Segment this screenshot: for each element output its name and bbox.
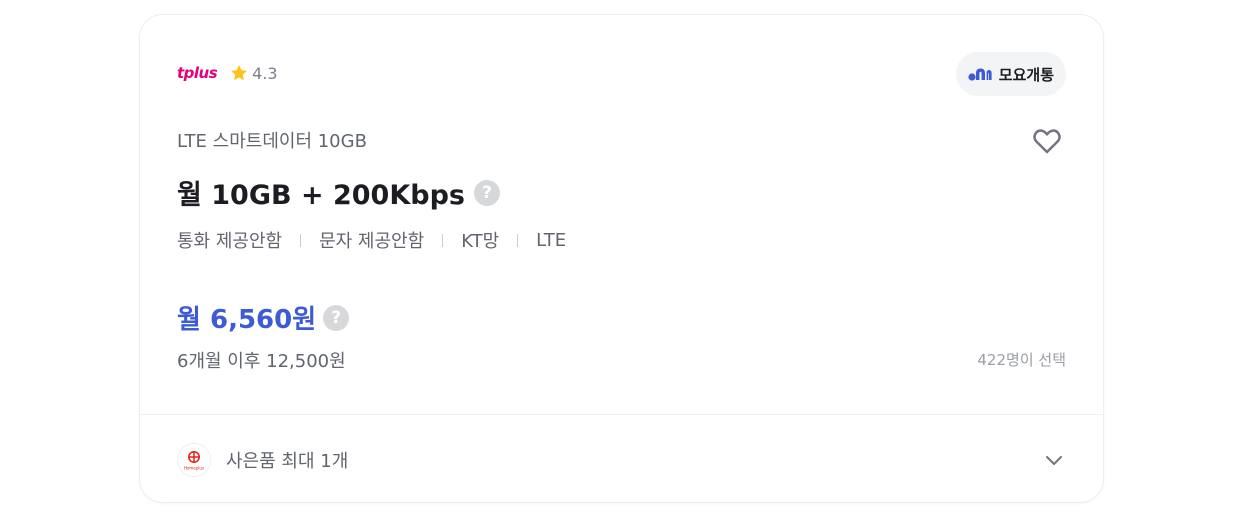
after-promo-price: 6개월 이후 12,500원 — [177, 351, 346, 372]
feature-call: 통화 제공안함 — [177, 231, 283, 252]
star-icon — [231, 65, 248, 81]
chevron-down-icon[interactable] — [1042, 448, 1066, 472]
plan-name: LTE 스마트데이터 10GB — [177, 131, 367, 152]
card-divider — [140, 414, 1103, 415]
moyo-logo-icon — [968, 68, 992, 81]
feature-technology: LTE — [536, 229, 567, 251]
gift-label: 사은품 최대 1개 — [226, 451, 349, 472]
feature-list: 통화 제공안함 문자 제공안함 KT망 LTE — [177, 227, 566, 253]
homeplus-logo-icon: Homeplus — [177, 443, 211, 477]
feature-divider — [300, 233, 302, 247]
carrier-row: tplus 4.3 — [177, 63, 278, 83]
plan-card[interactable]: tplus 4.3 모요개통 LTE 스마트데이터 10GB 월 10GB + … — [139, 14, 1104, 503]
feature-divider — [517, 233, 519, 247]
feature-network: KT망 — [461, 231, 500, 252]
monthly-price: 월 6,560원 ? — [177, 299, 350, 336]
question-circle-icon[interactable]: ? — [323, 304, 350, 331]
moyo-activation-badge: 모요개통 — [955, 52, 1066, 96]
selected-count: 422명이 선택 — [977, 351, 1066, 369]
gift-accordion[interactable]: Homeplus 사은품 최대 1개 — [177, 440, 1066, 480]
headline-text: 월 10GB + 200Kbps — [177, 180, 465, 211]
gift-logo-text: Homeplus — [184, 466, 204, 471]
carrier-rating: 4.3 — [229, 63, 278, 83]
feature-divider — [442, 233, 444, 247]
data-headline: 월 10GB + 200Kbps ? — [177, 173, 500, 212]
rating-value: 4.3 — [252, 63, 278, 83]
monthly-price-text: 월 6,560원 — [177, 305, 317, 335]
heart-icon[interactable] — [1031, 125, 1063, 157]
feature-sms: 문자 제공안함 — [319, 231, 425, 252]
question-circle-icon[interactable]: ? — [474, 179, 500, 206]
carrier-logo: tplus — [177, 64, 218, 82]
badge-label: 모요개통 — [998, 65, 1054, 84]
gift-logo-mark: Homeplus — [184, 451, 204, 471]
